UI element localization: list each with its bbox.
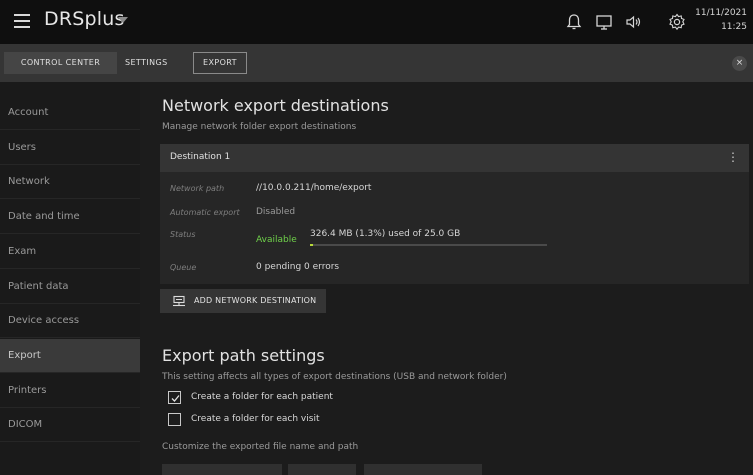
- tab-export[interactable]: EXPORT: [193, 52, 247, 74]
- sidebar-item-export[interactable]: Export: [0, 338, 140, 373]
- monitor-icon[interactable]: [593, 11, 615, 33]
- add-network-destination-label: ADD NETWORK DESTINATION: [194, 296, 317, 305]
- speaker-icon[interactable]: [623, 11, 645, 33]
- customize-path-label: Customize the exported file name and pat…: [162, 442, 359, 452]
- automatic-export-value: Disabled: [256, 207, 296, 217]
- usage-text: 326.4 MB (1.3%) used of 25.0 GB: [310, 229, 461, 239]
- network-icon: [172, 294, 186, 308]
- bell-icon[interactable]: [563, 11, 585, 33]
- network-export-title: Network export destinations: [162, 96, 389, 115]
- queue-value: 0 pending 0 errors: [256, 262, 340, 272]
- usage-bar: [310, 244, 547, 246]
- sidebar-item-device-access[interactable]: Device access: [0, 304, 140, 339]
- app-dropdown-caret-icon[interactable]: [118, 17, 128, 23]
- patient-folder-label: Create a folder for each patient: [191, 392, 333, 402]
- status-label: Status: [170, 230, 196, 239]
- sidebar-item-account[interactable]: Account: [0, 96, 140, 130]
- main-content: Network export destinations Manage netwo…: [140, 82, 753, 475]
- sidebar: Account Users Network Date and time Exam Pati…: [0, 82, 140, 475]
- sidebar-item-patient-data[interactable]: Patient data: [0, 270, 140, 304]
- network-path-label: Network path: [170, 184, 225, 193]
- tab-bar: CONTROL CENTER SETTINGS EXPORT ×: [0, 44, 753, 82]
- export-path-title: Export path settings: [162, 346, 325, 365]
- tab-control-center[interactable]: CONTROL CENTER: [4, 52, 117, 74]
- sidebar-item-date-and-time[interactable]: Date and time: [0, 200, 140, 235]
- date-text: 11/11/2021: [695, 8, 747, 18]
- usage-bar-fill: [310, 244, 314, 246]
- sidebar-item-users[interactable]: Users: [0, 131, 140, 165]
- sidebar-item-exam[interactable]: Exam: [0, 235, 140, 269]
- export-path-subtitle: This setting affects all types of export…: [162, 372, 507, 382]
- patient-folder-checkbox[interactable]: [168, 391, 181, 404]
- queue-label: Queue: [170, 263, 197, 272]
- destination-header: Destination 1 ⋮: [160, 144, 749, 172]
- path-segment-field[interactable]: [288, 464, 356, 475]
- sidebar-item-printers[interactable]: Printers: [0, 374, 140, 408]
- visit-folder-label: Create a folder for each visit: [191, 414, 320, 424]
- top-bar: DRSplus 11/11/2021 11:25: [0, 0, 753, 44]
- date-time-display: 11/11/2021 11:25: [695, 6, 747, 34]
- network-path-value: //10.0.0.211/home/export: [256, 183, 372, 193]
- path-segment-field[interactable]: [364, 464, 482, 475]
- visit-folder-checkbox[interactable]: [168, 413, 181, 426]
- destination-card: Destination 1 ⋮ Network path //10.0.0.21…: [160, 144, 749, 284]
- close-button[interactable]: ×: [732, 56, 747, 71]
- automatic-export-label: Automatic export: [170, 208, 240, 217]
- gear-icon[interactable]: [666, 11, 688, 33]
- tab-settings[interactable]: SETTINGS: [120, 52, 173, 74]
- network-export-subtitle: Manage network folder export destination…: [162, 122, 357, 132]
- add-network-destination-button[interactable]: ADD NETWORK DESTINATION: [160, 289, 326, 313]
- destination-name: Destination 1: [170, 152, 231, 162]
- path-segment-field[interactable]: [162, 464, 282, 475]
- time-text: 11:25: [721, 22, 747, 32]
- more-options-icon[interactable]: ⋮: [727, 150, 739, 164]
- menu-icon[interactable]: [14, 14, 30, 28]
- sidebar-item-network[interactable]: Network: [0, 165, 140, 200]
- sidebar-item-dicom[interactable]: DICOM: [0, 408, 140, 443]
- status-value: Available: [256, 235, 297, 245]
- app-title: DRSplus: [44, 8, 125, 30]
